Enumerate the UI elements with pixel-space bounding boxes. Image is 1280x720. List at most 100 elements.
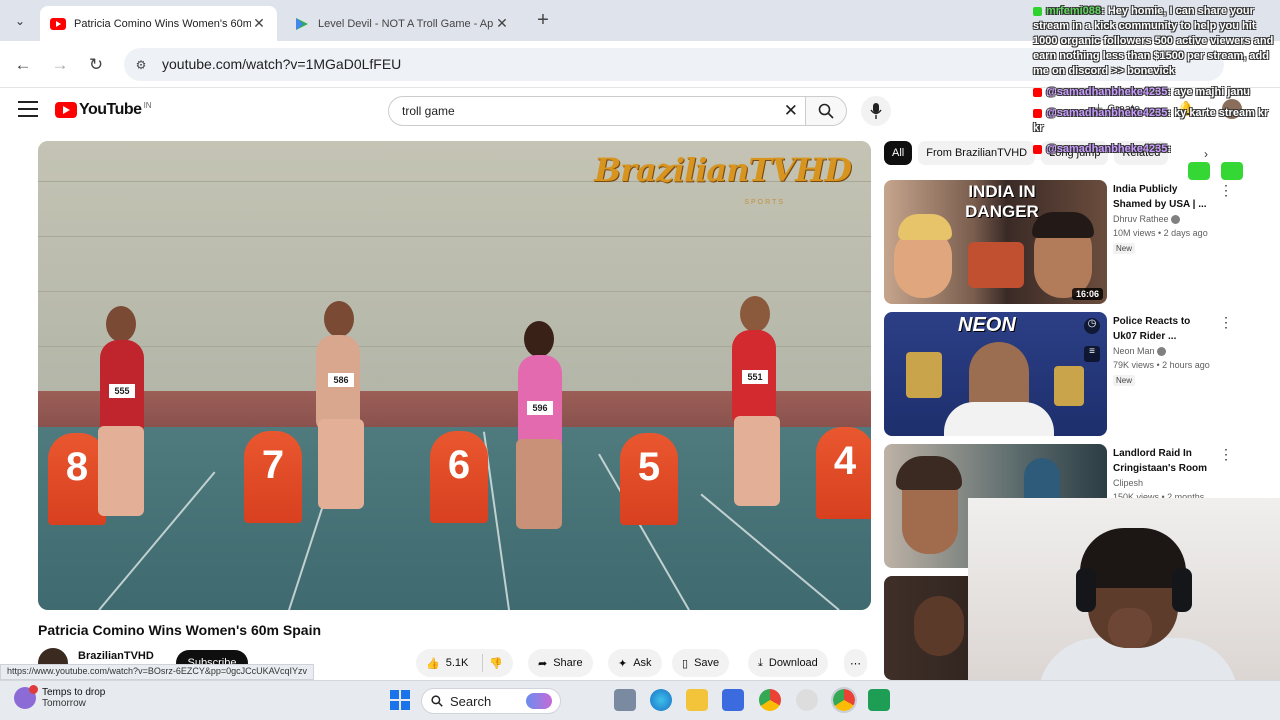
chat-message: @samadhanbheke4235: ky karte stream kr k… <box>1033 106 1278 136</box>
weather-title: Temps to drop <box>42 687 106 698</box>
microphone-icon <box>870 103 882 119</box>
recommended-channel[interactable]: Clipesh <box>1113 478 1211 488</box>
watch-later-icon[interactable]: ◷ <box>1084 318 1100 334</box>
recommended-video[interactable]: INDIA IN DANGER 16:06 India Publicly Sha… <box>884 180 1233 304</box>
download-button[interactable]: ⤓ Download <box>748 649 828 677</box>
lane-marker: 6 <box>430 431 488 523</box>
reload-icon[interactable]: ↻ <box>84 53 108 77</box>
obs-app-icon[interactable] <box>868 689 890 711</box>
download-icon: ⤓ <box>758 656 763 669</box>
bookmark-icon: ▯ <box>682 657 689 670</box>
tab-search-icon[interactable]: ⌄ <box>8 9 32 33</box>
back-icon[interactable]: ← <box>11 53 35 77</box>
windows-taskbar: Temps to drop Tomorrow Search <box>0 680 1280 720</box>
tab-title: Patricia Comino Wins Women's 60m S <box>74 17 251 30</box>
share-icon: ➦ <box>538 657 548 670</box>
add-to-queue-icon[interactable]: ≡ <box>1084 346 1100 362</box>
video-player[interactable]: BrazilianTVHD SPORTS 8 7 6 5 4 555 586 5… <box>38 141 871 610</box>
youtube-chat-icon <box>1033 108 1042 118</box>
windows-start-icon[interactable] <box>389 689 411 711</box>
clear-search-icon[interactable]: ✕ <box>784 101 798 121</box>
new-tab-icon[interactable]: + <box>532 9 554 31</box>
settings-icon[interactable] <box>796 689 818 711</box>
athlete-bib: 551 <box>742 370 768 384</box>
tab-patricia-comino[interactable]: Patricia Comino Wins Women's 60m S ✕ <box>40 6 277 41</box>
search-button[interactable] <box>805 96 847 126</box>
recommended-title[interactable]: India Publicly Shamed by USA | ... <box>1113 182 1211 212</box>
chat-username: @samadhanbheke4235 <box>1046 86 1168 98</box>
weather-widget[interactable]: Temps to drop Tomorrow <box>14 685 106 709</box>
athlete-bib: 555 <box>109 384 135 398</box>
youtube-logo[interactable]: YouTube IN <box>55 101 152 119</box>
lane-marker: 5 <box>620 433 678 525</box>
more-actions-icon[interactable]: ⋯ <box>844 649 867 677</box>
video-title: Patricia Comino Wins Women's 60m Spain <box>38 622 322 638</box>
recommended-title[interactable]: Landlord Raid In Cringistaan's Room <box>1113 446 1211 476</box>
sparkle-icon: ✦ <box>618 657 628 670</box>
tab-title: Level Devil - NOT A Troll Game - App <box>318 17 494 30</box>
verified-icon <box>1170 215 1180 225</box>
chrome-active-icon[interactable] <box>831 687 857 713</box>
like-button[interactable]: 👍 5.1K 👎 <box>416 649 514 677</box>
video-menu-icon[interactable]: ⋮ <box>1219 446 1233 463</box>
recommended-stats: 10M views • 2 days ago <box>1113 228 1208 239</box>
youtube-play-icon <box>55 102 77 118</box>
video-duration: 16:06 <box>1071 288 1103 300</box>
thumbs-down-icon[interactable]: 👎 <box>489 657 503 670</box>
chip-from-channel[interactable]: From BrazilianTVHD <box>918 141 1036 165</box>
menu-icon[interactable] <box>18 101 38 117</box>
youtube-chat-icon <box>1033 144 1042 154</box>
chat-username: @samadhanbheke4235 <box>1046 107 1168 119</box>
recommended-channel[interactable]: Dhruv Rathee <box>1113 214 1169 224</box>
verified-icon <box>1156 347 1166 357</box>
video-thumbnail[interactable]: INDIA IN DANGER 16:06 <box>884 180 1107 304</box>
search-input[interactable]: troll game ✕ <box>388 96 806 126</box>
chip-all[interactable]: All <box>884 141 913 165</box>
download-label: Download <box>768 657 818 669</box>
channel-name[interactable]: BrazilianTVHD <box>78 650 154 662</box>
task-view-icon[interactable] <box>614 689 636 711</box>
tab-close-icon[interactable]: ✕ <box>494 15 510 32</box>
thumbs-up-icon: 👍 <box>426 657 440 670</box>
chat-text: : <box>1167 143 1172 155</box>
edge-icon[interactable] <box>650 689 672 711</box>
video-thumbnail[interactable]: NEON ◷ ≡ <box>884 312 1107 436</box>
search-query[interactable]: troll game <box>402 104 455 118</box>
taskbar-search[interactable]: Search <box>421 688 561 714</box>
share-button[interactable]: ➦ Share <box>528 649 593 677</box>
tab-level-devil[interactable]: Level Devil - NOT A Troll Game - App ✕ <box>284 6 520 41</box>
youtube-chat-icon <box>1033 87 1042 97</box>
ask-button[interactable]: ✦ Ask <box>608 649 662 677</box>
weather-icon <box>14 685 38 709</box>
tab-close-icon[interactable]: ✕ <box>251 15 267 32</box>
play-store-favicon-icon <box>294 17 310 30</box>
thumbnail-text: INDIA IN DANGER <box>965 182 1039 221</box>
new-badge: New <box>1113 243 1136 255</box>
thumbnail-text: NEON <box>958 314 1016 336</box>
region-code: IN <box>143 100 152 110</box>
recommended-title[interactable]: Police Reacts to Uk07 Rider ... <box>1113 314 1211 344</box>
chrome-icon[interactable] <box>759 689 781 711</box>
video-menu-icon[interactable]: ⋮ <box>1219 182 1233 199</box>
file-explorer-icon[interactable] <box>686 689 708 711</box>
chat-username: mrfemi088 <box>1046 5 1102 17</box>
watermark-subtitle: SPORTS <box>744 199 785 206</box>
channel-watermark: BrazilianTVHD <box>594 151 852 189</box>
chat-message: @samadhanbheke4235: <box>1033 142 1278 157</box>
video-menu-icon[interactable]: ⋮ <box>1219 314 1233 331</box>
chat-emote <box>1188 162 1210 180</box>
url-text[interactable]: youtube.com/watch?v=1MGaD0LfFEU <box>162 56 401 72</box>
voice-search-button[interactable] <box>861 96 891 126</box>
lane-marker: 4 <box>816 427 871 519</box>
ask-label: Ask <box>633 657 652 669</box>
recommended-channel[interactable]: Neon Man <box>1113 346 1155 356</box>
save-label: Save <box>694 657 720 669</box>
lane-marker: 7 <box>244 431 302 523</box>
forward-icon[interactable]: → <box>48 53 72 77</box>
youtube-favicon-icon <box>50 17 66 30</box>
chat-text: : aye majhi janu <box>1167 86 1250 98</box>
recommended-video[interactable]: NEON ◷ ≡ Police Reacts to Uk07 Rider ...… <box>884 312 1233 436</box>
save-button[interactable]: ▯ Save <box>672 649 730 677</box>
site-info-icon[interactable]: ⚙ <box>132 56 150 74</box>
store-icon[interactable] <box>722 689 744 711</box>
